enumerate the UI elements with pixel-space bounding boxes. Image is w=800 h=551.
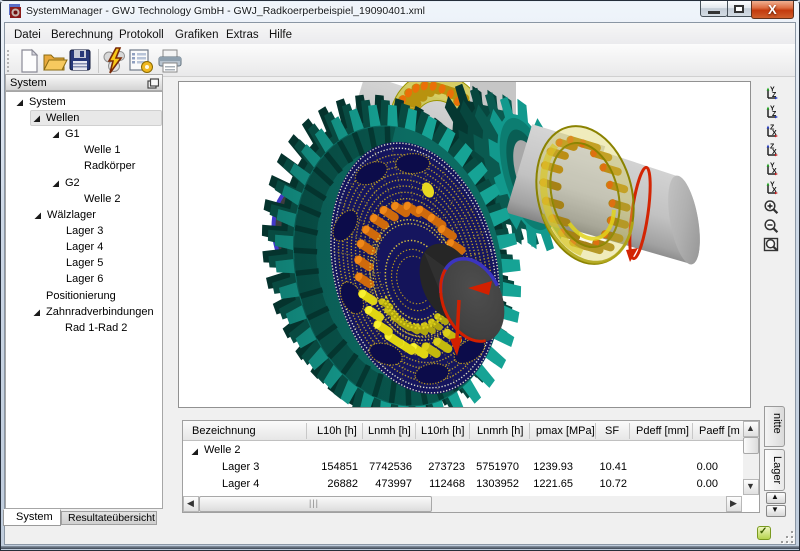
svg-text:X: X bbox=[772, 187, 777, 194]
svg-text:X: X bbox=[772, 149, 777, 156]
svg-text:nitte: nitte bbox=[771, 413, 783, 434]
svg-text:Z: Z bbox=[772, 92, 777, 99]
svg-text:X: X bbox=[772, 168, 777, 175]
svg-text:Z: Z bbox=[772, 111, 777, 118]
svg-text:Lager: Lager bbox=[771, 456, 783, 484]
svg-text:X: X bbox=[772, 130, 777, 137]
